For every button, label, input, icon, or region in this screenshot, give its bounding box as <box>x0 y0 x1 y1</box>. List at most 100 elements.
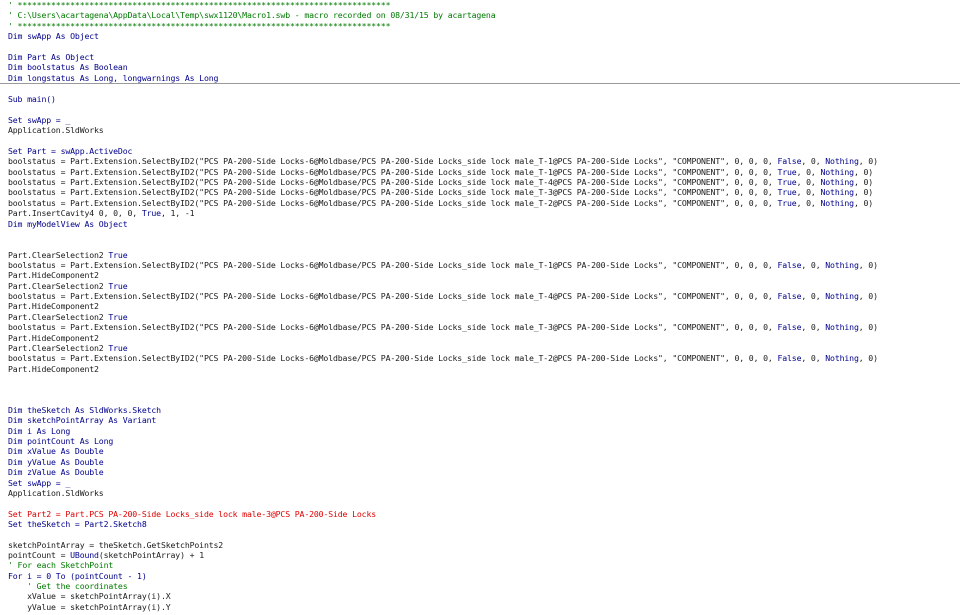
code-text: , 0) <box>853 177 874 188</box>
code-line[interactable]: Set Part2 = Part.PCS PA-200-Side Locks_s… <box>0 509 960 519</box>
code-comment: ' **************************************… <box>8 0 391 10</box>
code-line[interactable]: Set Part = swApp.ActiveDoc <box>0 146 960 156</box>
code-line[interactable]: boolstatus = Part.Extension.SelectByID2(… <box>0 322 960 332</box>
code-keyword: True <box>777 166 797 177</box>
code-keyword: Dim yValue As Double <box>8 456 104 467</box>
code-text: pointCount = <box>8 550 71 561</box>
code-line[interactable]: For i = 0 To (pointCount - 1) <box>0 571 960 581</box>
code-line[interactable]: Part.HideComponent2 <box>0 301 960 311</box>
code-line[interactable]: Sub main() <box>0 94 960 104</box>
code-comment: ' C:\Users\acartagena\AppData\Local\Temp… <box>8 10 496 21</box>
code-text: , 0, <box>801 353 826 364</box>
code-keyword: False <box>777 353 802 364</box>
code-line[interactable]: Dim i As Long <box>0 426 960 436</box>
code-line[interactable]: yValue = sketchPointArray(i).Y <box>0 602 960 612</box>
code-line[interactable] <box>0 105 960 115</box>
code-text: , 0) <box>853 166 874 177</box>
code-line[interactable]: boolstatus = Part.Extension.SelectByID2(… <box>0 291 960 301</box>
code-line[interactable]: ' **************************************… <box>0 0 960 10</box>
code-line[interactable]: boolstatus = Part.Extension.SelectByID2(… <box>0 260 960 270</box>
code-line[interactable]: Dim zValue As Double <box>0 467 960 477</box>
code-keyword: Dim Part As Object <box>8 51 95 62</box>
code-line[interactable] <box>0 41 960 51</box>
code-line[interactable]: Dim yValue As Double <box>0 457 960 467</box>
code-line[interactable]: Set theSketch = Part2.Sketch8 <box>0 519 960 529</box>
code-line[interactable]: Dim swApp As Object <box>0 31 960 41</box>
code-line[interactable]: Dim boolstatus As Boolean <box>0 62 960 72</box>
code-keyword: True <box>108 342 128 353</box>
code-line[interactable]: Dim myModelView As Object <box>0 219 960 229</box>
code-text: Part.HideComponent2 <box>8 301 99 312</box>
code-line[interactable]: boolstatus = Part.Extension.SelectByID2(… <box>0 353 960 363</box>
code-comment: ' For each SketchPoint <box>8 560 114 571</box>
code-keyword: Dim boolstatus As Boolean <box>8 62 128 73</box>
code-line[interactable] <box>0 239 960 249</box>
code-line[interactable]: Dim xValue As Double <box>0 446 960 456</box>
code-line[interactable]: ' For each SketchPoint <box>0 560 960 570</box>
code-keyword: Dim myModelView As Object <box>8 218 128 229</box>
code-error: Set Part2 = Part.PCS PA-200-Side Locks_s… <box>8 508 377 519</box>
code-line[interactable]: Dim pointCount As Long <box>0 436 960 446</box>
code-line[interactable]: ' **************************************… <box>0 21 960 31</box>
code-text: boolstatus = Part.Extension.SelectByID2(… <box>8 187 778 198</box>
code-line[interactable]: Dim Part As Object <box>0 52 960 62</box>
code-text: (sketchPointArray) + 1 <box>98 550 204 561</box>
code-line[interactable]: Set swApp = _ <box>0 478 960 488</box>
code-line[interactable]: Part.InsertCavity4 0, 0, 0, True, 1, -1 <box>0 208 960 218</box>
code-keyword: False <box>777 291 802 302</box>
code-line[interactable] <box>0 84 960 94</box>
code-line[interactable] <box>0 395 960 405</box>
code-text: Application.SldWorks <box>8 125 104 136</box>
code-line[interactable]: Dim longstatus As Long, longwarnings As … <box>0 73 960 84</box>
code-line[interactable]: ' Get the coordinates <box>0 581 960 591</box>
code-line[interactable]: Application.SldWorks <box>0 488 960 498</box>
code-line[interactable]: boolstatus = Part.Extension.SelectByID2(… <box>0 198 960 208</box>
code-line[interactable]: Part.ClearSelection2 True <box>0 343 960 353</box>
code-text: Application.SldWorks <box>8 487 104 498</box>
code-keyword: Set Part = swApp.ActiveDoc <box>8 146 133 157</box>
code-text: , 0, <box>801 259 826 270</box>
code-text: , 0) <box>858 322 878 333</box>
code-line[interactable] <box>0 498 960 508</box>
code-text: , 0) <box>858 353 878 364</box>
code-text: , 0, <box>801 322 826 333</box>
code-keyword: True <box>777 197 797 208</box>
code-text: , 0, <box>801 291 826 302</box>
code-line[interactable]: pointCount = UBound(sketchPointArray) + … <box>0 550 960 560</box>
code-keyword: True <box>141 208 161 219</box>
code-line[interactable]: Dim theSketch As SldWorks.Sketch <box>0 405 960 415</box>
code-line[interactable] <box>0 374 960 384</box>
code-text: Part.ClearSelection2 <box>8 249 109 260</box>
code-line[interactable]: Dim sketchPointArray As Variant <box>0 415 960 425</box>
code-line[interactable]: boolstatus = Part.Extension.SelectByID2(… <box>0 187 960 197</box>
code-text: boolstatus = Part.Extension.SelectByID2(… <box>8 166 778 177</box>
code-keyword: Nothing <box>820 197 855 208</box>
code-line[interactable]: sketchPointArray = theSketch.GetSketchPo… <box>0 540 960 550</box>
code-line[interactable]: Application.SldWorks <box>0 125 960 135</box>
code-keyword: Dim i As Long <box>8 425 71 436</box>
code-text: boolstatus = Part.Extension.SelectByID2(… <box>8 353 778 364</box>
code-keyword: For i = 0 To (pointCount - 1) <box>8 570 147 581</box>
code-line[interactable]: Part.ClearSelection2 True <box>0 312 960 322</box>
code-line[interactable]: boolstatus = Part.Extension.SelectByID2(… <box>0 156 960 166</box>
code-line[interactable]: Part.HideComponent2 <box>0 364 960 374</box>
code-line[interactable]: Part.ClearSelection2 True <box>0 281 960 291</box>
code-line[interactable] <box>0 229 960 239</box>
code-line[interactable] <box>0 529 960 539</box>
code-line[interactable]: Set swApp = _ <box>0 115 960 125</box>
code-line[interactable] <box>0 384 960 394</box>
code-comment: ' Get the coordinates <box>27 581 128 592</box>
code-line[interactable]: Part.HideComponent2 <box>0 270 960 280</box>
code-line[interactable]: Part.HideComponent2 <box>0 333 960 343</box>
code-line[interactable]: ' C:\Users\acartagena\AppData\Local\Temp… <box>0 10 960 20</box>
code-line[interactable] <box>0 136 960 146</box>
code-keyword: True <box>777 177 797 188</box>
code-line[interactable]: boolstatus = Part.Extension.SelectByID2(… <box>0 177 960 187</box>
code-editor[interactable]: ' **************************************… <box>0 0 960 615</box>
code-line[interactable]: boolstatus = Part.Extension.SelectByID2(… <box>0 167 960 177</box>
code-keyword: Set theSketch = Part2.Sketch8 <box>8 518 147 529</box>
code-line[interactable]: Part.ClearSelection2 True <box>0 250 960 260</box>
code-line[interactable]: xValue = sketchPointArray(i).X <box>0 591 960 601</box>
code-text: , 0) <box>858 259 878 270</box>
